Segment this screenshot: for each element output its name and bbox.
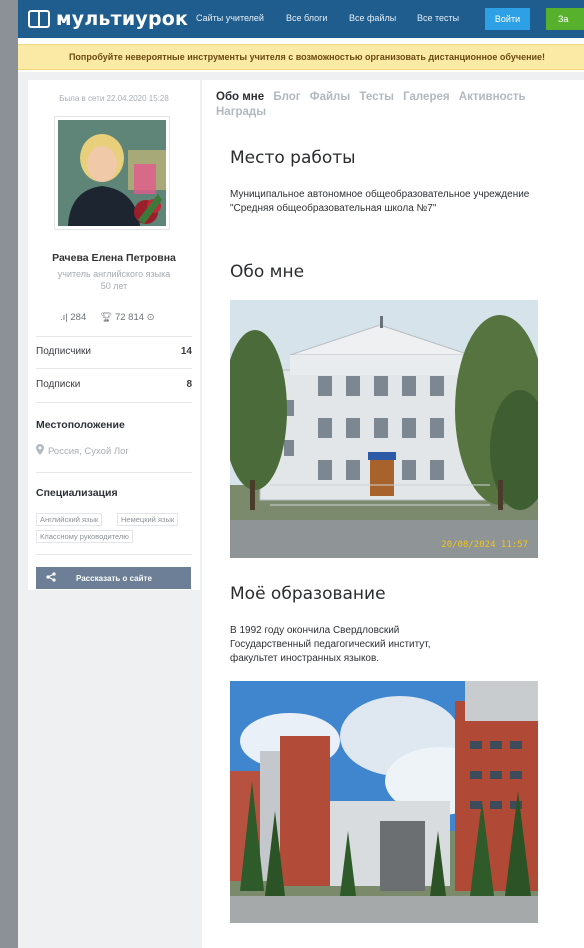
school-photo: 20/08/2024 11:57 bbox=[230, 300, 538, 558]
share-label: Рассказать о сайте bbox=[76, 573, 152, 583]
location: Россия, Сухой Лог bbox=[36, 444, 129, 458]
login-button[interactable]: Войти bbox=[485, 8, 530, 30]
work-text: Муниципальное автономное общеобразовател… bbox=[230, 189, 530, 214]
avatar bbox=[54, 116, 170, 230]
info-icon[interactable]: ⊙ bbox=[147, 312, 155, 323]
subscriptions-row[interactable]: Подписки 8 bbox=[36, 379, 192, 390]
promo-banner[interactable]: Попробуйте невероятные инструменты учите… bbox=[18, 44, 584, 70]
role-text: учитель английского языка bbox=[57, 269, 171, 279]
location-text: Россия, Сухой Лог bbox=[48, 445, 129, 457]
last-online: Была в сети 22.04.2020 15:28 bbox=[59, 94, 169, 103]
book-icon bbox=[28, 10, 50, 28]
subscribers-label: Подписчики bbox=[36, 346, 92, 357]
photo-timestamp: 20/08/2024 11:57 bbox=[441, 540, 528, 550]
tab-tests[interactable]: Тесты bbox=[359, 91, 394, 103]
tab-about[interactable]: Обо мне bbox=[216, 91, 264, 103]
divider bbox=[36, 402, 192, 403]
institute-photo bbox=[230, 681, 538, 923]
tab-activity[interactable]: Активность bbox=[459, 91, 526, 103]
tag-german[interactable]: Немецкий язык bbox=[117, 513, 179, 526]
subscribers-row[interactable]: Подписчики 14 bbox=[36, 346, 192, 357]
rating-value: 284 bbox=[70, 312, 87, 323]
profile-stats: .ı| 284 🏆︎ 72 814 ⊙ bbox=[60, 312, 155, 323]
specialization-heading: Специализация bbox=[36, 487, 118, 499]
awards-value: 72 814 bbox=[114, 312, 145, 323]
tab-blog[interactable]: Блог bbox=[273, 91, 300, 103]
subscriptions-count: 8 bbox=[186, 379, 192, 390]
logo[interactable]: мультиурок bbox=[28, 7, 188, 31]
trophy-icon: 🏆︎ bbox=[100, 312, 113, 323]
about-heading: Обо мне bbox=[230, 262, 305, 282]
subscriptions-label: Подписки bbox=[36, 379, 81, 390]
tab-awards[interactable]: Награды bbox=[216, 106, 266, 118]
divider bbox=[36, 554, 192, 555]
register-button[interactable]: За bbox=[546, 8, 584, 30]
divider bbox=[36, 472, 192, 473]
awards-stat: 🏆︎ 72 814 ⊙ bbox=[100, 312, 154, 323]
work-heading: Место работы bbox=[230, 148, 356, 168]
share-button[interactable]: Рассказать о сайте bbox=[36, 567, 191, 589]
logo-text: мультиурок bbox=[56, 8, 189, 30]
location-heading: Местоположение bbox=[36, 419, 125, 431]
profile-role: учитель английского языка 50 лет bbox=[48, 268, 180, 292]
nav-teacher-sites[interactable]: Сайты учителей bbox=[196, 13, 264, 23]
tab-gallery[interactable]: Галерея bbox=[403, 91, 449, 103]
main-content: Обо мне Блог Файлы Тесты Галерея Активно… bbox=[202, 80, 584, 948]
tag-class-teacher[interactable]: Классному руководителю bbox=[36, 530, 133, 543]
education-text: В 1992 году окончила Свердловский Госуда… bbox=[230, 625, 431, 664]
nav-all-files[interactable]: Все файлы bbox=[349, 13, 396, 23]
rating-icon: .ı| bbox=[60, 312, 68, 323]
nav-all-blogs[interactable]: Все блоги bbox=[286, 13, 327, 23]
subscribers-count: 14 bbox=[180, 346, 192, 357]
tag-english[interactable]: Английский язык bbox=[36, 513, 103, 526]
nav-all-tests[interactable]: Все тесты bbox=[417, 13, 459, 23]
share-icon bbox=[46, 572, 56, 584]
education-heading: Моё образование bbox=[230, 584, 386, 604]
age-text: 50 лет bbox=[100, 281, 128, 291]
profile-sidebar: Была в сети 22.04.2020 15:28 Рачева Елен… bbox=[28, 80, 200, 590]
divider bbox=[36, 336, 192, 337]
map-pin-icon bbox=[36, 444, 44, 458]
profile-name: Рачева Елена Петровна bbox=[52, 252, 176, 264]
rating-stat: .ı| 284 bbox=[60, 312, 86, 323]
avatar-photo bbox=[58, 120, 166, 226]
profile-tabs: Обо мне Блог Файлы Тесты Галерея Активно… bbox=[216, 90, 536, 120]
divider bbox=[36, 368, 192, 369]
tab-files[interactable]: Файлы bbox=[310, 91, 350, 103]
